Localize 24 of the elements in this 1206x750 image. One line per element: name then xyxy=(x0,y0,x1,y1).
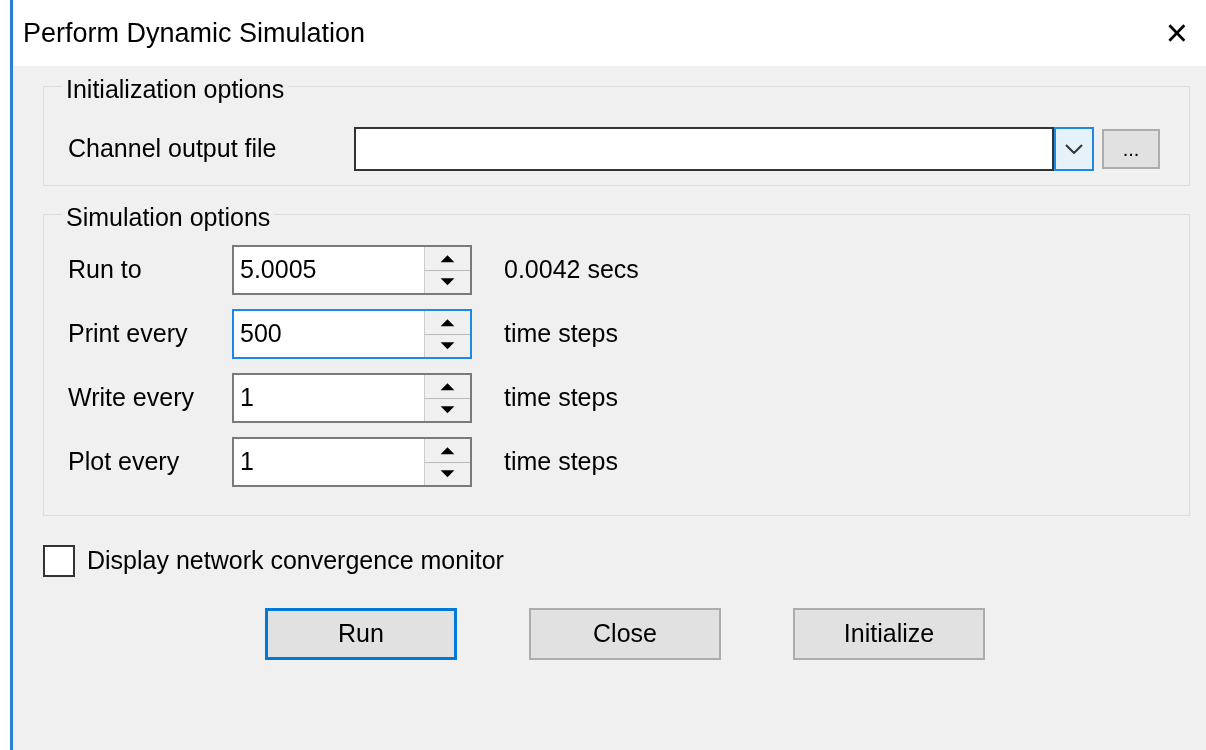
window-title: Perform Dynamic Simulation xyxy=(23,16,366,50)
spin-field[interactable]: 500 xyxy=(232,309,472,359)
dialog-button[interactable]: Initialize xyxy=(793,607,985,660)
field-label: Run to xyxy=(68,254,143,286)
spin-field[interactable]: 1 xyxy=(232,373,472,423)
chevron-down-icon xyxy=(1065,144,1083,154)
unit-label: 0.0042 secs xyxy=(504,254,639,286)
dialog-button[interactable]: Close xyxy=(529,607,721,660)
field-label: Print every xyxy=(68,318,189,350)
checkbox[interactable] xyxy=(43,544,75,577)
unit-label: time steps xyxy=(504,446,618,478)
dialog-button[interactable]: Run xyxy=(265,607,457,660)
unit-label: time steps xyxy=(504,318,618,350)
browse-button[interactable]: ... xyxy=(1102,129,1160,169)
checkbox-label: Display network convergence monitor xyxy=(87,545,504,576)
unit-label: time steps xyxy=(504,382,618,414)
dropdown-button[interactable] xyxy=(1054,127,1094,171)
field-label: Channel output file xyxy=(68,133,278,165)
spin-field[interactable]: 1 xyxy=(232,437,472,487)
file-combo-field[interactable] xyxy=(354,127,1054,171)
close-button[interactable]: × xyxy=(1165,14,1188,52)
spin-field[interactable]: 5.0005 xyxy=(232,245,472,295)
field-label: Plot every xyxy=(68,446,181,478)
field-label: Write every xyxy=(68,382,195,414)
